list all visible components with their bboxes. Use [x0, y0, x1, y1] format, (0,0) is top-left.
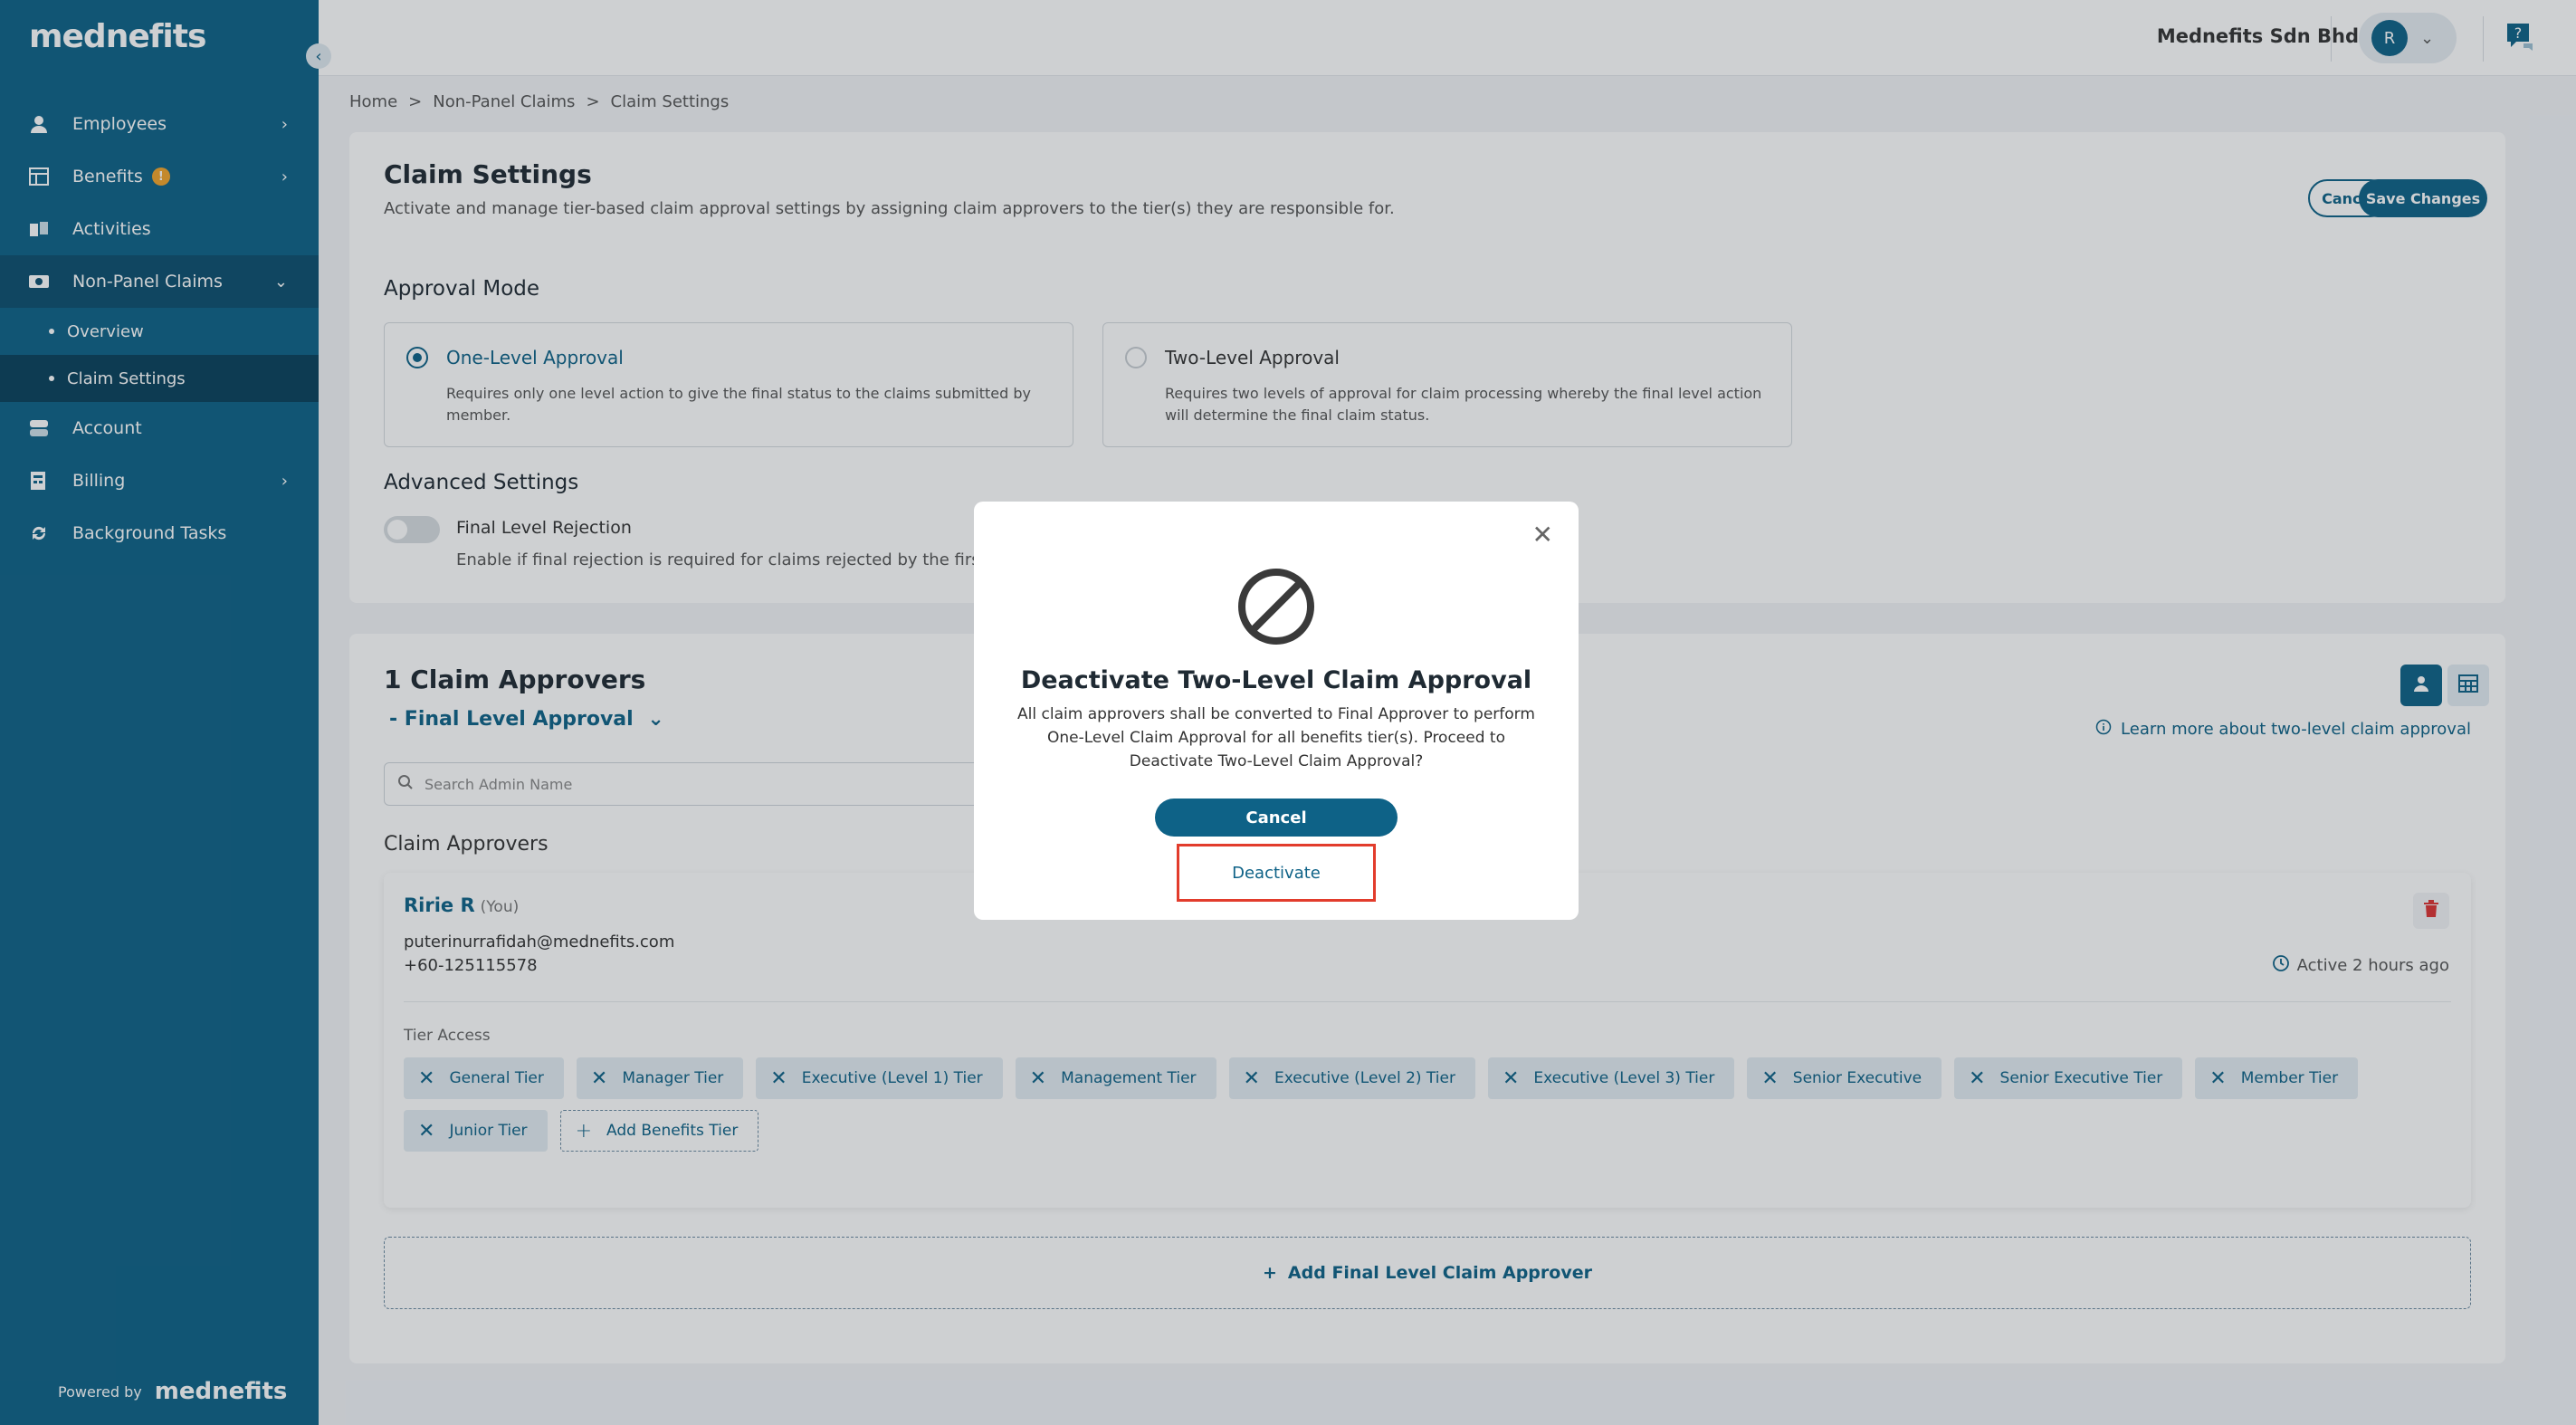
modal-cancel-button[interactable]: Cancel [1155, 799, 1398, 837]
prohibited-icon [1236, 567, 1316, 646]
close-icon[interactable]: ✕ [1532, 520, 1553, 550]
modal-title: Deactivate Two-Level Claim Approval [1020, 666, 1532, 694]
deactivate-button[interactable]: Deactivate [1177, 844, 1376, 902]
modal-body: All claim approvers shall be converted t… [1017, 705, 1535, 770]
deactivate-modal: ✕ Deactivate Two-Level Claim Approval Al… [974, 502, 1579, 920]
